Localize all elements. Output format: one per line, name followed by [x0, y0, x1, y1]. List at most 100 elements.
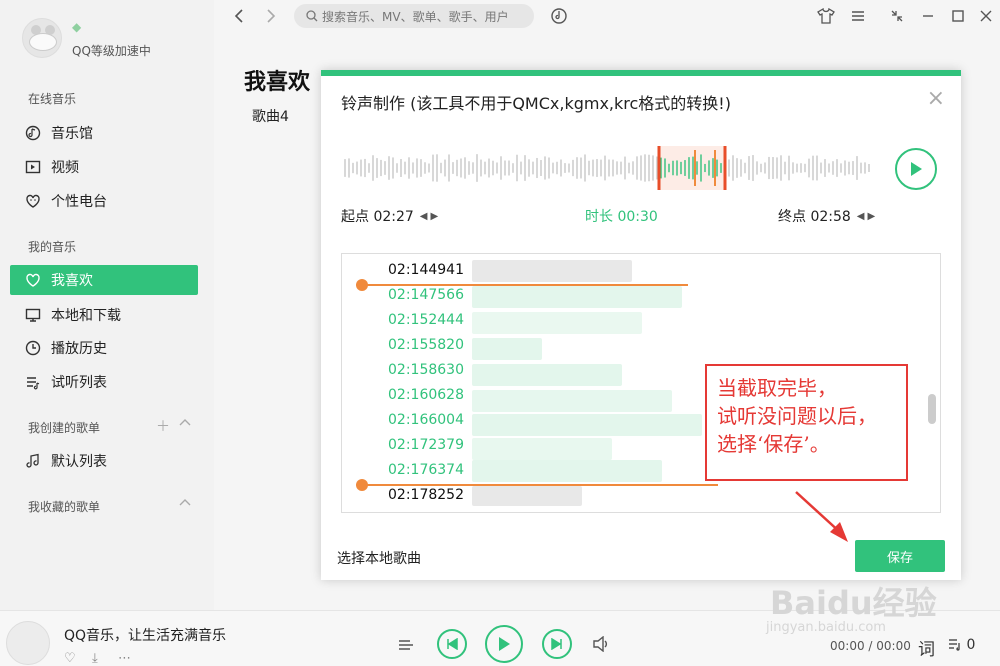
add-playlist-icon[interactable]: ＋: [156, 416, 170, 436]
music-hall-icon: [24, 124, 42, 142]
section-my-music: 我的音乐: [28, 240, 77, 254]
search-icon: [306, 10, 318, 22]
lyric-line[interactable]: 02:166004: [388, 412, 464, 428]
sidebar-item-label: 默认列表: [51, 454, 107, 470]
maximize-icon[interactable]: [946, 6, 970, 26]
close-window-icon[interactable]: [974, 6, 998, 26]
back-icon[interactable]: [228, 6, 252, 26]
end-label: 终点 02:58: [778, 209, 851, 225]
sidebar-item-music-hall[interactable]: 音乐馆: [10, 118, 198, 148]
sidebar-item-label: 个性电台: [51, 194, 107, 210]
duration-label: 时长 00:30: [585, 209, 658, 225]
collapse-created-icon[interactable]: [178, 416, 192, 434]
start-back-icon[interactable]: ◀: [420, 211, 428, 222]
end-point: 终点 02:58 ◀ ▶: [778, 206, 875, 226]
lyric-line[interactable]: 02:147566: [388, 287, 464, 303]
lyric-line[interactable]: 02:160628: [388, 387, 464, 403]
sidebar-item-label: 视频: [51, 160, 79, 176]
end-forward-icon[interactable]: ▶: [868, 211, 876, 222]
volume-icon[interactable]: [592, 635, 610, 656]
sidebar-item-default-list[interactable]: 默认列表: [10, 446, 198, 476]
search-input[interactable]: 搜索音乐、MV、歌单、歌手、用户: [294, 4, 534, 28]
skin-icon[interactable]: [814, 6, 838, 26]
end-back-icon[interactable]: ◀: [857, 211, 865, 222]
lyric-line[interactable]: 02:155820: [388, 337, 464, 353]
lyrics-scrollbar[interactable]: [928, 394, 936, 424]
baidu-watermark: Baidu经验: [770, 584, 937, 622]
next-icon: [551, 638, 562, 650]
minimize-icon[interactable]: [916, 6, 940, 26]
sidebar-item-history[interactable]: 播放历史: [10, 333, 198, 363]
lyrics-toggle-button[interactable]: 词: [918, 635, 935, 660]
top-bar: 搜索音乐、MV、歌单、歌手、用户: [214, 0, 1000, 36]
lyric-line[interactable]: 02:152444: [388, 312, 464, 328]
section-online-music: 在线音乐: [28, 92, 77, 106]
lyric-line[interactable]: 02:176374: [388, 462, 464, 478]
duration: 时长 00:30: [585, 206, 658, 226]
user-avatar[interactable]: [22, 18, 62, 58]
play-mode-icon[interactable]: [398, 637, 414, 656]
video-icon: [24, 158, 42, 176]
ringtone-dialog: 铃声制作 (该工具不用于QMCx,kgmx,krc格式的转换!) × 起点 02…: [321, 70, 961, 580]
baidu-watermark-url: jingyan.baidu.com: [766, 620, 886, 635]
lyric-line[interactable]: 02:178252: [388, 487, 464, 503]
collapse-collected-icon[interactable]: [178, 496, 192, 514]
dialog-title: 铃声制作 (该工具不用于QMCx,kgmx,krc格式的转换!): [341, 94, 731, 113]
level-text[interactable]: QQ等级加速中: [72, 42, 151, 59]
play-button[interactable]: [485, 625, 523, 663]
music-recognition-icon[interactable]: [547, 6, 571, 26]
like-icon[interactable]: ♡: [64, 651, 76, 666]
queue-icon: [949, 639, 960, 651]
tab-songs[interactable]: 歌曲4: [252, 106, 289, 126]
select-local-song-link[interactable]: 选择本地歌曲: [337, 548, 421, 568]
start-forward-icon[interactable]: ▶: [431, 211, 439, 222]
playlist-icon: [24, 373, 42, 391]
save-button[interactable]: 保存: [855, 540, 945, 572]
forward-icon[interactable]: [258, 6, 282, 26]
start-label: 起点 02:27: [341, 209, 414, 225]
album-cover[interactable]: [6, 621, 50, 665]
sidebar-item-label: 播放历史: [51, 341, 107, 357]
clock-icon: [24, 339, 42, 357]
previous-button[interactable]: [437, 629, 467, 659]
sidebar-item-label: 试听列表: [51, 375, 107, 391]
play-icon: [911, 162, 922, 176]
preview-play-button[interactable]: [895, 148, 937, 190]
sidebar-item-radio[interactable]: 个性电台: [10, 186, 198, 216]
vip-diamond-icon[interactable]: ◆: [72, 20, 81, 34]
previous-icon: [447, 638, 458, 650]
annotation-line: 当截取完毕，: [717, 376, 837, 400]
lyric-line[interactable]: 02:158630: [388, 362, 464, 378]
mini-mode-icon[interactable]: [885, 6, 909, 26]
waveform[interactable]: [341, 146, 881, 190]
menu-icon[interactable]: [846, 6, 870, 26]
end-marker[interactable]: [356, 479, 718, 491]
start-point: 起点 02:27 ◀ ▶: [341, 206, 438, 226]
close-icon[interactable]: ×: [927, 86, 945, 111]
sidebar-item-label: 音乐馆: [51, 126, 93, 142]
sidebar-item-label: 我喜欢: [51, 273, 93, 289]
sidebar-item-video[interactable]: 视频: [10, 152, 198, 182]
queue-button[interactable]: 0: [948, 637, 975, 653]
tutorial-annotation: 当截取完毕， 试听没问题以后， 选择‘保存’。: [705, 364, 908, 481]
download-icon[interactable]: ⤓: [92, 651, 98, 666]
note-icon: [24, 452, 42, 470]
next-button[interactable]: [542, 629, 572, 659]
annotation-line: 选择‘保存’。: [717, 432, 830, 456]
lyric-line[interactable]: 02:144941: [388, 262, 464, 278]
play-icon: [499, 637, 510, 651]
lyric-line[interactable]: 02:172379: [388, 437, 464, 453]
queue-count: 0: [966, 637, 976, 653]
radio-icon: [24, 192, 42, 210]
more-icon[interactable]: ⋯: [118, 651, 131, 666]
sidebar-item-favorites[interactable]: 我喜欢: [10, 265, 198, 295]
section-collected-playlists: 我收藏的歌单: [28, 500, 101, 514]
annotation-arrow: [795, 491, 848, 542]
sidebar-item-trial-list[interactable]: 试听列表: [10, 367, 198, 397]
song-title[interactable]: QQ音乐，让生活充满音乐: [64, 625, 226, 645]
sidebar: ◆ QQ等级加速中 在线音乐 音乐馆 视频 个性电台 我的音乐 我喜欢 本地和下…: [0, 0, 214, 610]
heart-icon: [24, 271, 42, 289]
start-marker[interactable]: [356, 279, 688, 291]
annotation-line: 试听没问题以后，: [717, 404, 877, 428]
sidebar-item-local-download[interactable]: 本地和下载: [10, 300, 198, 330]
